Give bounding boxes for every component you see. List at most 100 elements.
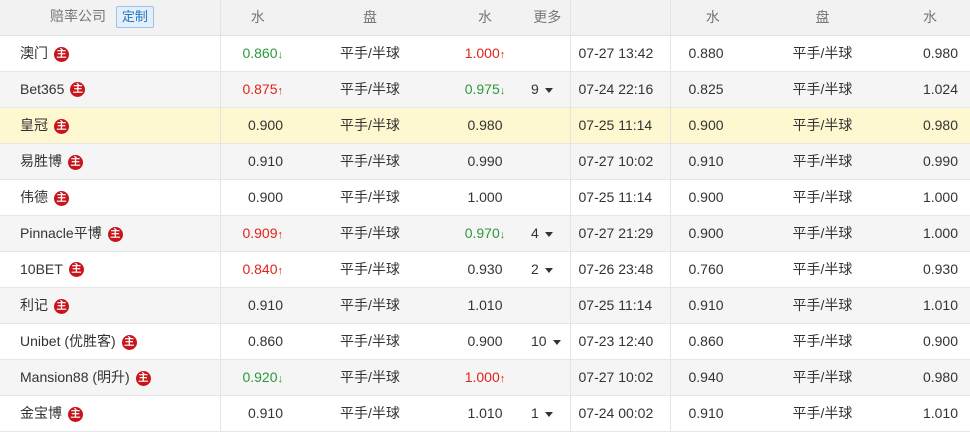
- live-home-water-header: 水: [669, 0, 755, 36]
- table-row: Mansion88 (明升) 主 0.920↓ 平手/半球 1.000↑ 07-27 10…: [0, 359, 970, 396]
- company-name[interactable]: Bet365: [20, 81, 64, 97]
- dropdown-caret-icon[interactable]: [544, 411, 553, 417]
- initial-away-water: 0.930: [467, 261, 503, 277]
- initial-home-water: 0.860: [247, 333, 283, 349]
- table-row: 10BET 主 0.840↑ 平手/半球 0.930 2 07-26 23:48 0.760 平…: [0, 251, 970, 288]
- company-name[interactable]: 皇冠: [20, 117, 48, 133]
- change-time: 07-27 13:42: [569, 35, 670, 72]
- company-name[interactable]: 伟德: [20, 189, 48, 205]
- change-time: 07-24 00:02: [569, 395, 670, 432]
- company-name[interactable]: 10BET: [20, 261, 63, 277]
- initial-away-water-cell: 1.000↑: [445, 359, 525, 396]
- initial-home-water-cell: 0.875↑: [219, 71, 295, 108]
- initial-away-water-cell: 1.000↑: [445, 35, 525, 72]
- change-time: 07-27 10:02: [569, 143, 670, 180]
- more-cell[interactable]: 4: [525, 215, 570, 252]
- company-name[interactable]: 利记: [20, 297, 48, 313]
- live-home-water: 0.940: [669, 359, 755, 396]
- initial-home-water: 0.910: [247, 297, 283, 313]
- trend-down-icon: ↓: [499, 229, 506, 241]
- initial-handicap: 平手/半球: [295, 323, 445, 360]
- company-name[interactable]: Unibet (优胜客): [20, 333, 116, 349]
- more-cell[interactable]: 1: [525, 395, 570, 432]
- more-cell[interactable]: 2: [525, 251, 570, 288]
- trend-down-icon: ↓: [277, 373, 284, 385]
- live-handicap: 平手/半球: [755, 179, 890, 216]
- more-cell[interactable]: 9: [525, 71, 570, 108]
- live-handicap: 平手/半球: [755, 395, 890, 432]
- more-count[interactable]: 4: [531, 225, 539, 241]
- initial-handicap: 平手/半球: [295, 215, 445, 252]
- dropdown-caret-icon[interactable]: [544, 267, 553, 273]
- initial-home-water-cell: 0.909↑: [219, 215, 295, 252]
- initial-away-water-cell: 0.930: [445, 251, 525, 288]
- initial-home-water-cell: 0.840↑: [219, 251, 295, 288]
- trend-down-icon: ↓: [277, 49, 284, 61]
- change-time: 07-24 22:16: [569, 71, 670, 108]
- live-home-water: 0.910: [669, 395, 755, 432]
- initial-home-water: 0.900: [247, 189, 283, 205]
- initial-away-water: 1.010: [467, 297, 503, 313]
- more-cell: [525, 143, 570, 180]
- more-count[interactable]: 10: [531, 333, 547, 349]
- more-count[interactable]: 2: [531, 261, 539, 277]
- trend-up-icon: ↑: [277, 85, 284, 97]
- initial-home-water-cell: 0.910: [219, 287, 295, 324]
- live-away-water: 0.990: [890, 143, 970, 180]
- dropdown-caret-icon[interactable]: [552, 339, 561, 345]
- change-time: 07-27 21:29: [569, 215, 670, 252]
- company-name[interactable]: Pinnacle平博: [20, 225, 102, 241]
- live-handicap: 平手/半球: [755, 251, 890, 288]
- home-badge-icon: 主: [54, 298, 69, 314]
- more-cell: [525, 179, 570, 216]
- dropdown-caret-icon[interactable]: [544, 231, 553, 237]
- trend-up-icon: ↑: [499, 49, 506, 61]
- initial-handicap: 平手/半球: [295, 71, 445, 108]
- company-cell: Unibet (优胜客) 主: [0, 323, 220, 360]
- initial-away-water: 0.975: [464, 81, 500, 97]
- live-away-water: 0.980: [890, 359, 970, 396]
- more-cell: [525, 107, 570, 144]
- home-badge-icon: 主: [54, 118, 69, 134]
- live-home-water: 0.860: [669, 323, 755, 360]
- initial-away-water-cell: 0.990: [445, 143, 525, 180]
- trend-up-icon: ↑: [277, 229, 284, 241]
- live-handicap: 平手/半球: [755, 359, 890, 396]
- more-header: 更多: [525, 0, 570, 36]
- customize-button[interactable]: 定制: [115, 6, 154, 29]
- more-cell[interactable]: 10: [525, 323, 570, 360]
- initial-home-water-cell: 0.860↓: [219, 35, 295, 72]
- company-cell: 皇冠主: [0, 107, 220, 144]
- initial-home-water-cell: 0.860: [219, 323, 295, 360]
- more-cell: [525, 359, 570, 396]
- initial-home-water: 0.840: [242, 261, 278, 277]
- live-away-water-header: 水: [890, 0, 970, 36]
- table-row: Bet365 主 0.875↑ 平手/半球 0.975↓ 9 07-24 22:16 0.82…: [0, 71, 970, 108]
- company-name[interactable]: 易胜博: [20, 153, 62, 169]
- initial-handicap: 平手/半球: [295, 359, 445, 396]
- table-row: 皇冠主 0.900 平手/半球 0.980 07-25 11:14 0.900 平手/半球 0…: [0, 107, 970, 144]
- change-time: 07-25 11:14: [569, 287, 670, 324]
- initial-handicap: 平手/半球: [295, 107, 445, 144]
- company-name[interactable]: 金宝博: [20, 405, 62, 421]
- trend-up-icon: ↑: [499, 373, 506, 385]
- more-cell: [525, 35, 570, 72]
- live-home-water: 0.900: [669, 215, 755, 252]
- initial-away-water: 1.000: [464, 45, 500, 61]
- table-header: 赔率公司 定制 水 盘 水 更多 水 盘 水: [0, 0, 970, 36]
- company-name[interactable]: 澳门: [20, 45, 48, 61]
- initial-handicap: 平手/半球: [295, 395, 445, 432]
- change-time: 07-23 12:40: [569, 323, 670, 360]
- initial-away-water: 1.000: [464, 369, 500, 385]
- change-time: 07-27 10:02: [569, 359, 670, 396]
- odds-table: 赔率公司 定制 水 盘 水 更多 水 盘 水 澳门主 0.860↓ 平手/半球 1.0…: [0, 0, 970, 432]
- initial-away-water: 0.980: [467, 117, 503, 133]
- live-handicap: 平手/半球: [755, 71, 890, 108]
- dropdown-caret-icon[interactable]: [544, 87, 553, 93]
- company-cell: 10BET 主: [0, 251, 220, 288]
- more-count[interactable]: 1: [531, 405, 539, 421]
- more-count[interactable]: 9: [531, 81, 539, 97]
- live-away-water: 1.000: [890, 179, 970, 216]
- initial-away-water-cell: 0.970↓: [445, 215, 525, 252]
- company-name[interactable]: Mansion88 (明升): [20, 369, 130, 385]
